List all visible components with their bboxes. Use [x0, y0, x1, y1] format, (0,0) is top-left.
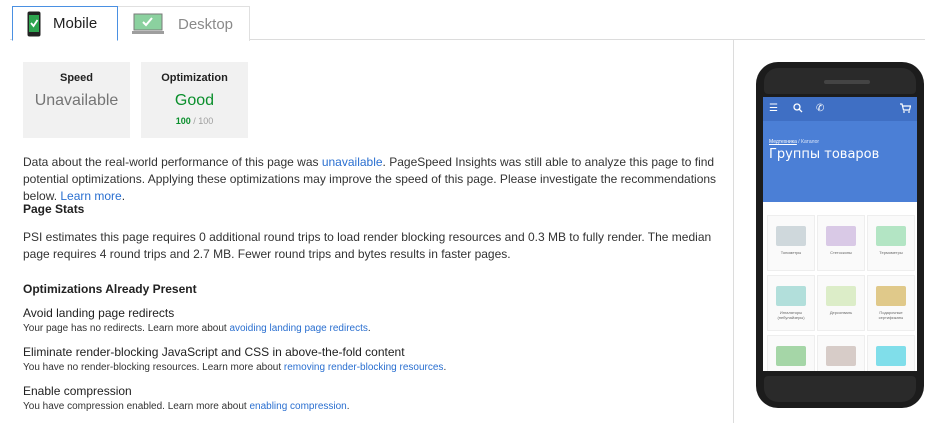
category-image — [876, 286, 906, 306]
category-label: Cтетоскопы — [830, 250, 852, 255]
optimizations-heading: Optimizations Already Present — [23, 282, 197, 296]
rule-title[interactable]: Eliminate render-blocking JavaScript and… — [23, 345, 405, 359]
tab-mobile-label: Mobile — [53, 15, 98, 32]
category-tile — [767, 335, 815, 371]
category-tile: Cтетоскопы — [817, 215, 865, 271]
unavailable-link[interactable]: unavailable — [322, 155, 383, 169]
category-label: Дерсонваль — [829, 310, 853, 315]
optimization-card: Optimization Good 100 / 100 — [141, 62, 248, 138]
speed-card: Speed Unavailable — [23, 62, 130, 138]
category-label: Ингаляторы (небулайзеры) — [777, 310, 805, 320]
category-label: Тонометры — [780, 250, 802, 255]
category-image — [776, 346, 806, 366]
mobile-phone-icon — [27, 11, 41, 36]
rule-learn-link[interactable]: enabling compression — [249, 401, 346, 412]
category-image — [826, 286, 856, 306]
category-tile — [817, 335, 865, 371]
category-tile: Тонометры — [767, 215, 815, 271]
category-tile: Дерсонваль — [817, 275, 865, 331]
category-grid: Тонометры Cтетоскопы Термометры Ингаляторы … — [767, 215, 915, 371]
category-label: Термометры — [879, 250, 903, 255]
device-tabs: Mobile Desktop — [10, 6, 925, 41]
category-tile: Ингаляторы (небулайзеры) — [767, 275, 815, 331]
rule-desc-end: . — [346, 401, 350, 412]
optimization-score-value: 100 — [175, 116, 191, 126]
category-image — [776, 226, 806, 246]
category-tile: Подарочные сертификаты — [867, 275, 915, 331]
rule-description: Your page has no redirects. Learn more a… — [23, 323, 371, 334]
optimization-score-total: / 100 — [190, 116, 214, 126]
category-image — [876, 226, 906, 246]
screen-nav-bar: ☰ ✆ — [763, 97, 917, 121]
rule-learn-link[interactable]: avoiding landing page redirects — [229, 323, 367, 334]
screen-title: Группы товаров — [769, 147, 880, 162]
optimization-card-title: Optimization — [161, 72, 228, 84]
breadcrumb-home: Медтехника — [769, 139, 797, 145]
intro-text-1: Data about the real-world performance of… — [23, 155, 322, 169]
category-image — [826, 226, 856, 246]
optimization-card-value: Good — [174, 92, 215, 109]
intro-text-3: . — [121, 189, 126, 203]
rule-description: You have compression enabled. Learn more… — [23, 401, 350, 412]
phone-top-bezel — [764, 68, 916, 94]
rule-description: You have no render-blocking resources. L… — [23, 362, 446, 373]
breadcrumb-current: / Каталог — [796, 139, 820, 145]
category-tile: Термометры — [867, 215, 915, 271]
phone-screen: ☰ ✆ Медтехника / Каталог Группы товаров … — [763, 97, 917, 371]
rule-desc-end: . — [367, 323, 371, 334]
search-icon — [793, 103, 803, 113]
screen-breadcrumb: Медтехника / Каталог — [769, 139, 819, 145]
mobile-preview-phone: ☰ ✆ Медтехника / Каталог Группы товаров … — [756, 62, 924, 408]
category-image — [776, 286, 806, 306]
tab-desktop[interactable]: Desktop — [118, 6, 250, 41]
learn-more-link[interactable]: Learn more — [60, 189, 121, 203]
results-panel: Speed Unavailable Optimization Good 100 … — [0, 40, 733, 423]
rule-desc-text: You have compression enabled. Learn more… — [23, 401, 250, 412]
rule-title[interactable]: Avoid landing page redirects — [23, 306, 174, 320]
phone-icon: ✆ — [816, 103, 825, 114]
desktop-monitor-icon — [132, 13, 164, 34]
category-image — [826, 346, 856, 366]
category-image — [876, 346, 906, 366]
category-label: Подарочные сертификаты — [878, 310, 904, 320]
intro-paragraph: Data about the real-world performance of… — [23, 154, 728, 205]
rule-desc-end: . — [443, 362, 447, 373]
speed-card-value: Unavailable — [34, 92, 119, 109]
rule-desc-text: Your page has no redirects. Learn more a… — [23, 323, 230, 334]
speed-card-title: Speed — [59, 72, 93, 84]
category-tile — [867, 335, 915, 371]
tab-mobile[interactable]: Mobile — [12, 6, 118, 41]
rule-desc-text: You have no render-blocking resources. L… — [23, 362, 284, 373]
rule-learn-link[interactable]: removing render-blocking resources — [284, 362, 444, 373]
tab-desktop-label: Desktop — [178, 15, 234, 33]
menu-icon: ☰ — [769, 103, 778, 114]
panel-divider — [733, 40, 734, 423]
phone-speaker — [824, 80, 870, 84]
page-stats-heading: Page Stats — [23, 202, 85, 216]
page-stats-text: PSI estimates this page requires 0 addit… — [23, 230, 712, 261]
optimization-score: 100 / 100 — [141, 116, 248, 126]
screen-header: ☰ ✆ Медтехника / Каталог Группы товаров — [763, 97, 917, 202]
cart-icon — [900, 103, 911, 113]
rule-title[interactable]: Enable compression — [23, 384, 132, 398]
phone-bottom-bezel — [764, 376, 916, 402]
